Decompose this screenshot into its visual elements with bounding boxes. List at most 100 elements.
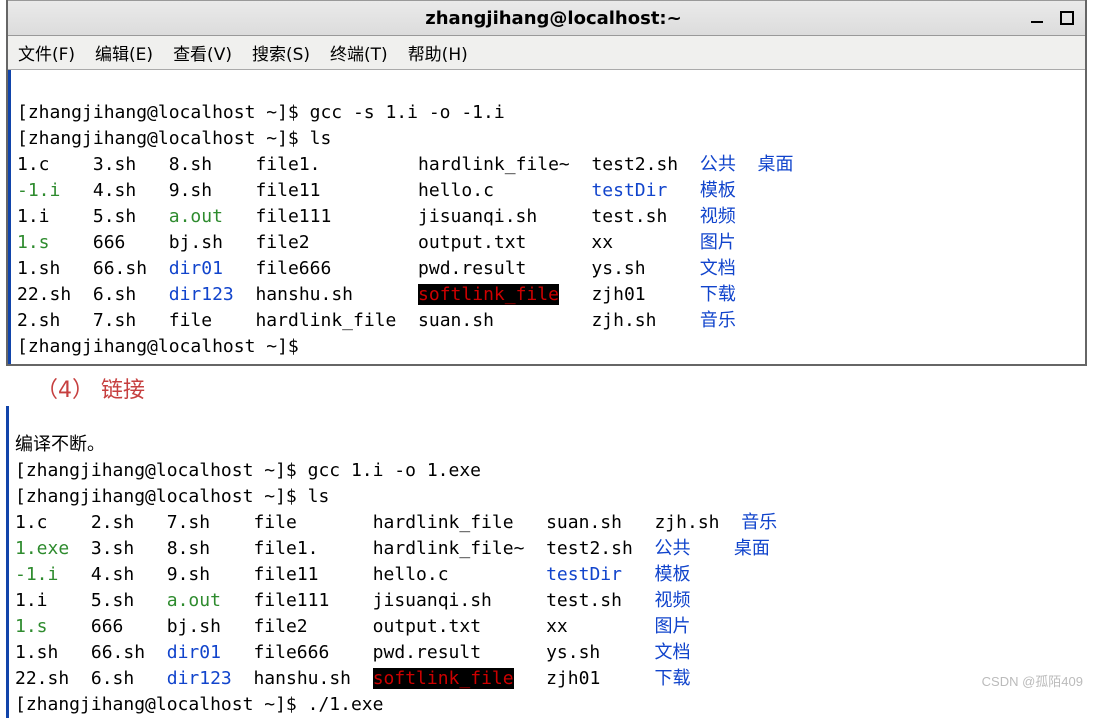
ls-item: file111 xyxy=(253,590,329,611)
ls-item: 7.sh xyxy=(167,512,210,533)
prompt: [zhangjihang@localhost ~]$ xyxy=(17,336,310,357)
ls-item: suan.sh xyxy=(418,310,494,331)
ls-item: hello.c xyxy=(373,564,449,585)
ls-item: 3.sh xyxy=(93,154,136,175)
ls-item: dir01 xyxy=(169,258,223,279)
ls-item: 下载 xyxy=(700,284,736,305)
maximize-button[interactable] xyxy=(1059,10,1075,26)
ls-item: 66.sh xyxy=(91,642,145,663)
ls-item: 2.sh xyxy=(91,512,134,533)
ls-item: 1.s xyxy=(15,616,48,637)
window-titlebar[interactable]: zhangjihang@localhost:~ xyxy=(8,0,1085,36)
ls-item: 1.sh xyxy=(17,258,60,279)
terminal-output-1[interactable]: [zhangjihang@localhost ~]$ gcc -s 1.i -o… xyxy=(8,70,1085,364)
minimize-button[interactable] xyxy=(1029,10,1045,26)
ls-item: 音乐 xyxy=(700,310,736,331)
ls-item: 3.sh xyxy=(91,538,134,559)
ls-item: output.txt xyxy=(418,232,526,253)
ls-item: 1.c xyxy=(15,512,48,533)
command: gcc 1.i -o 1.exe xyxy=(308,460,481,481)
ls-item: pwd.result xyxy=(373,642,481,663)
prompt: [zhangjihang@localhost ~]$ xyxy=(17,102,310,123)
ls-item: test2.sh xyxy=(591,154,678,175)
menu-file[interactable]: 文件(F) xyxy=(18,40,75,65)
prompt: [zhangjihang@localhost ~]$ xyxy=(15,460,308,481)
ls-item: jisuanqi.sh xyxy=(418,206,537,227)
ls-item-softlink: softlink_file xyxy=(373,668,514,689)
section-heading: （4） 链接 xyxy=(6,366,1087,406)
ls-item: file2 xyxy=(253,616,307,637)
ls-item: 6.sh xyxy=(91,668,134,689)
ls-item: file11 xyxy=(253,564,318,585)
ls-item: 2.sh xyxy=(17,310,60,331)
ls-item: dir123 xyxy=(169,284,234,305)
command: ./1.exe xyxy=(308,694,384,715)
ls-item: 9.sh xyxy=(167,564,210,585)
ls-item: 5.sh xyxy=(91,590,134,611)
ls-item: file666 xyxy=(253,642,329,663)
ls-item: 图片 xyxy=(654,616,690,637)
prompt: [zhangjihang@localhost ~]$ xyxy=(15,694,308,715)
menu-edit[interactable]: 编辑(E) xyxy=(95,40,153,65)
ls-item: xx xyxy=(591,232,613,253)
ls-item: 下载 xyxy=(654,668,690,689)
ls-item: testDir xyxy=(591,180,667,201)
ls-item: 视频 xyxy=(654,590,690,611)
menu-search[interactable]: 搜索(S) xyxy=(252,40,310,65)
ls-item: 公共 xyxy=(700,154,736,175)
ls-item: 8.sh xyxy=(167,538,210,559)
ls-item: xx xyxy=(546,616,568,637)
ls-item: 文档 xyxy=(654,642,690,663)
ls-item: 4.sh xyxy=(93,180,136,201)
ls-item: hardlink_file~ xyxy=(373,538,525,559)
ls-item: output.txt xyxy=(373,616,481,637)
ls-item: file1. xyxy=(255,154,320,175)
ls-item: dir01 xyxy=(167,642,221,663)
ls-item: 1.i xyxy=(17,206,50,227)
ls-item: 9.sh xyxy=(169,180,212,201)
watermark: CSDN @孤陌409 xyxy=(982,671,1083,690)
ls-item: ys.sh xyxy=(591,258,645,279)
ls-item: -1.i xyxy=(17,180,60,201)
menu-help[interactable]: 帮助(H) xyxy=(408,40,468,65)
ls-item: test.sh xyxy=(591,206,667,227)
prompt: [zhangjihang@localhost ~]$ xyxy=(15,486,308,507)
terminal-output-2[interactable]: 编译不断。 [zhangjihang@localhost ~]$ gcc 1.i… xyxy=(6,406,1087,718)
ls-item: 公共 xyxy=(654,538,690,559)
ls-item: zjh.sh xyxy=(654,512,719,533)
ls-item: hardlink_file xyxy=(373,512,514,533)
ls-item: pwd.result xyxy=(418,258,526,279)
ls-item: hanshu.sh xyxy=(253,668,351,689)
ls-item: 22.sh xyxy=(17,284,71,305)
ls-item: file11 xyxy=(255,180,320,201)
ls-item: test.sh xyxy=(546,590,622,611)
ls-item: 桌面 xyxy=(758,154,794,175)
ls-item: file2 xyxy=(255,232,309,253)
ls-item: 666 xyxy=(93,232,126,253)
ls-item: 6.sh xyxy=(93,284,136,305)
ls-item-softlink: softlink_file xyxy=(418,284,559,305)
menubar: 文件(F) 编辑(E) 查看(V) 搜索(S) 终端(T) 帮助(H) xyxy=(8,36,1085,70)
menu-view[interactable]: 查看(V) xyxy=(173,40,232,65)
ls-item: 模板 xyxy=(654,564,690,585)
ls-item: 1.sh xyxy=(15,642,58,663)
ls-item: file xyxy=(169,310,212,331)
command: gcc -s 1.i -o -1.i xyxy=(310,102,505,123)
ls-item: a.out xyxy=(169,206,223,227)
ls-item: 66.sh xyxy=(93,258,147,279)
ls-item: 5.sh xyxy=(93,206,136,227)
ls-item: suan.sh xyxy=(546,512,622,533)
prompt: [zhangjihang@localhost ~]$ xyxy=(17,128,310,149)
ls-item: 模板 xyxy=(700,180,736,201)
ls-item: 视频 xyxy=(700,206,736,227)
ls-item: file1. xyxy=(253,538,318,559)
ls-item: file666 xyxy=(255,258,331,279)
menu-terminal[interactable]: 终端(T) xyxy=(330,40,388,65)
ls-item: 666 xyxy=(91,616,124,637)
command: ls xyxy=(310,128,332,149)
ls-item: bj.sh xyxy=(169,232,223,253)
ls-item: zjh01 xyxy=(591,284,645,305)
cut-row: 编译不断。 xyxy=(15,434,105,455)
ls-item: ys.sh xyxy=(546,642,600,663)
ls-item: bj.sh xyxy=(167,616,221,637)
